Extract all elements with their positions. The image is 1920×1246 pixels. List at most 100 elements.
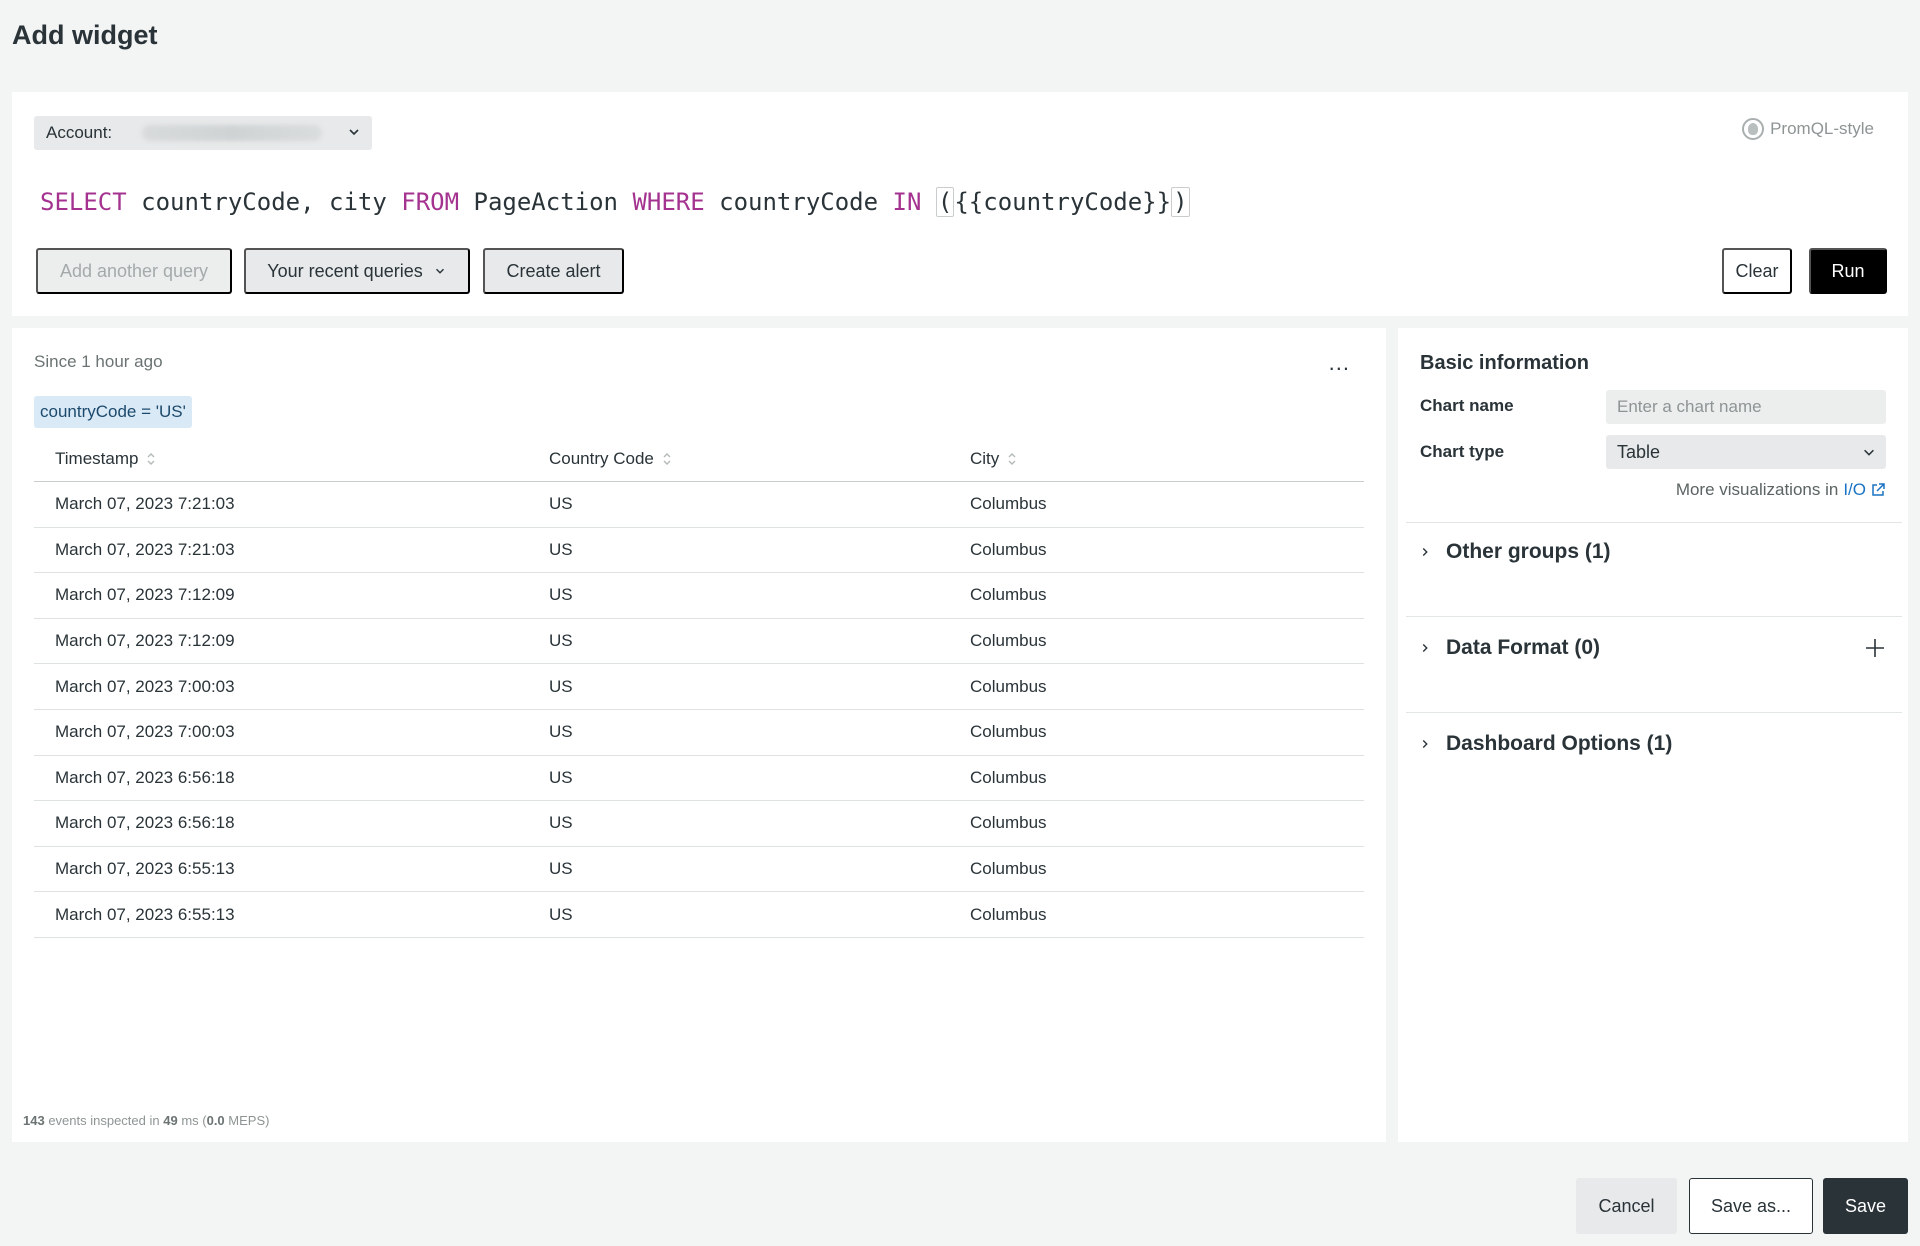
query-table: PageAction	[459, 188, 633, 216]
run-button[interactable]: Run	[1809, 248, 1887, 294]
query-keyword-where: WHERE	[632, 188, 705, 216]
query-keyword-from: FROM	[401, 188, 460, 216]
recent-queries-label: Your recent queries	[267, 260, 423, 281]
accordion-label: Other groups (1)	[1446, 540, 1611, 563]
chevron-right-icon	[1422, 644, 1428, 652]
table-row: March 07, 2023 7:12:09 US Columbus	[34, 573, 1364, 619]
table-row: March 07, 2023 6:56:18 US Columbus	[34, 801, 1364, 847]
query-panel: Account: PromQL-style SELECT countryCode…	[12, 92, 1908, 316]
events-count: 143	[23, 1113, 45, 1128]
external-link-icon[interactable]	[1870, 482, 1886, 498]
cell-country-code: US	[549, 859, 573, 879]
cell-city: Columbus	[970, 585, 1047, 605]
cell-country-code: US	[549, 813, 573, 833]
cell-city: Columbus	[970, 859, 1047, 879]
promql-label: PromQL-style	[1770, 119, 1874, 138]
cell-country-code: US	[549, 767, 573, 787]
query-space	[921, 188, 935, 216]
chevron-right-icon	[1422, 548, 1428, 556]
cell-timestamp: March 07, 2023 6:56:18	[55, 813, 235, 833]
query-fields: countryCode, city	[126, 188, 402, 216]
chevron-down-icon	[1864, 449, 1874, 456]
add-another-query-button[interactable]: Add another query	[36, 248, 232, 294]
query-keyword-in: IN	[892, 188, 922, 216]
cell-country-code: US	[549, 494, 573, 514]
chart-name-label: Chart name	[1420, 396, 1514, 415]
cell-country-code: US	[549, 676, 573, 696]
cell-city: Columbus	[970, 813, 1047, 833]
table-row: March 07, 2023 6:56:18 US Columbus	[34, 756, 1364, 802]
create-alert-button[interactable]: Create alert	[483, 248, 624, 294]
column-header-label: Timestamp	[55, 448, 139, 468]
accordion-data-format[interactable]: Data Format (0)	[1418, 628, 1886, 668]
cell-timestamp: March 07, 2023 6:55:13	[55, 904, 235, 924]
cell-country-code: US	[549, 539, 573, 559]
query-variable: {{countryCode}}	[954, 188, 1172, 216]
cell-timestamp: March 07, 2023 7:00:03	[55, 722, 235, 742]
results-table: Timestamp Country Code City March 07, 20…	[34, 436, 1364, 938]
save-as-button[interactable]: Save as...	[1689, 1178, 1813, 1234]
accordion-other-groups[interactable]: Other groups (1)	[1418, 532, 1886, 572]
chart-type-select[interactable]: Table	[1606, 435, 1886, 469]
time-range-label: Since 1 hour ago	[34, 352, 163, 371]
ms-text: ms (	[177, 1113, 207, 1128]
account-select[interactable]: Account:	[34, 116, 372, 150]
cell-city: Columbus	[970, 494, 1047, 514]
chart-name-input[interactable]	[1606, 390, 1886, 424]
sort-icon	[663, 452, 671, 465]
cell-timestamp: March 07, 2023 7:21:03	[55, 539, 235, 559]
accordion-dashboard-options[interactable]: Dashboard Options (1)	[1418, 724, 1886, 764]
cell-timestamp: March 07, 2023 6:56:18	[55, 767, 235, 787]
cell-country-code: US	[549, 904, 573, 924]
filter-chip[interactable]: countryCode = 'US'	[34, 396, 192, 428]
query-editor[interactable]: SELECT countryCode, city FROM PageAction…	[40, 182, 1880, 222]
table-row: March 07, 2023 6:55:13 US Columbus	[34, 847, 1364, 893]
meps-value: 0.0	[206, 1113, 225, 1128]
cancel-button[interactable]: Cancel	[1576, 1178, 1677, 1234]
more-options-icon[interactable]: ...	[1329, 352, 1350, 374]
sort-icon	[147, 452, 155, 465]
column-header-timestamp[interactable]: Timestamp	[34, 449, 549, 469]
divider	[1406, 712, 1902, 713]
column-header-country-code[interactable]: Country Code	[549, 449, 970, 469]
cell-city: Columbus	[970, 722, 1047, 742]
chart-type-label: Chart type	[1420, 442, 1505, 461]
basic-info-title: Basic information	[1420, 352, 1589, 374]
cell-timestamp: March 07, 2023 7:21:03	[55, 494, 235, 514]
query-open-paren: (	[935, 187, 955, 217]
add-widget-page: Add widget Account: PromQL-style SELECT …	[0, 0, 1920, 1246]
cell-city: Columbus	[970, 539, 1047, 559]
table-row: March 07, 2023 7:00:03 US Columbus	[34, 664, 1364, 710]
table-row: March 07, 2023 7:21:03 US Columbus	[34, 528, 1364, 574]
page-title: Add widget	[12, 20, 158, 50]
cell-country-code: US	[549, 585, 573, 605]
table-row: March 07, 2023 7:12:09 US Columbus	[34, 619, 1364, 665]
account-value-redacted	[142, 125, 322, 141]
settings-panel: Basic information Chart name Chart type …	[1398, 328, 1908, 1142]
events-text: events inspected in	[44, 1113, 164, 1128]
column-header-city[interactable]: City	[970, 449, 1364, 469]
cell-timestamp: March 07, 2023 7:00:03	[55, 676, 235, 696]
cell-city: Columbus	[970, 676, 1047, 696]
recent-queries-button[interactable]: Your recent queries	[244, 248, 470, 294]
query-stats: 143 events inspected in 49 ms (0.0 MEPS)	[23, 1113, 269, 1128]
divider	[1406, 522, 1902, 523]
table-header: Timestamp Country Code City	[34, 436, 1364, 482]
save-button[interactable]: Save	[1823, 1178, 1908, 1234]
plus-icon[interactable]	[1864, 637, 1886, 659]
cell-timestamp: March 07, 2023 7:12:09	[55, 631, 235, 651]
clear-button[interactable]: Clear	[1722, 248, 1792, 294]
io-link[interactable]: I/O	[1843, 480, 1866, 500]
table-row: March 07, 2023 7:21:03 US Columbus	[34, 482, 1364, 528]
promql-toggle[interactable]: PromQL-style	[1742, 118, 1874, 140]
accordion-label: Dashboard Options (1)	[1446, 732, 1673, 755]
table-row: March 07, 2023 7:00:03 US Columbus	[34, 710, 1364, 756]
chevron-right-icon	[1422, 740, 1428, 748]
account-label: Account:	[46, 123, 113, 142]
chevron-down-icon	[435, 268, 444, 274]
sort-icon	[1008, 452, 1016, 465]
meps-text: MEPS)	[224, 1113, 270, 1128]
column-header-label: Country Code	[549, 448, 654, 468]
cell-country-code: US	[549, 722, 573, 742]
query-close-paren: )	[1171, 187, 1190, 217]
